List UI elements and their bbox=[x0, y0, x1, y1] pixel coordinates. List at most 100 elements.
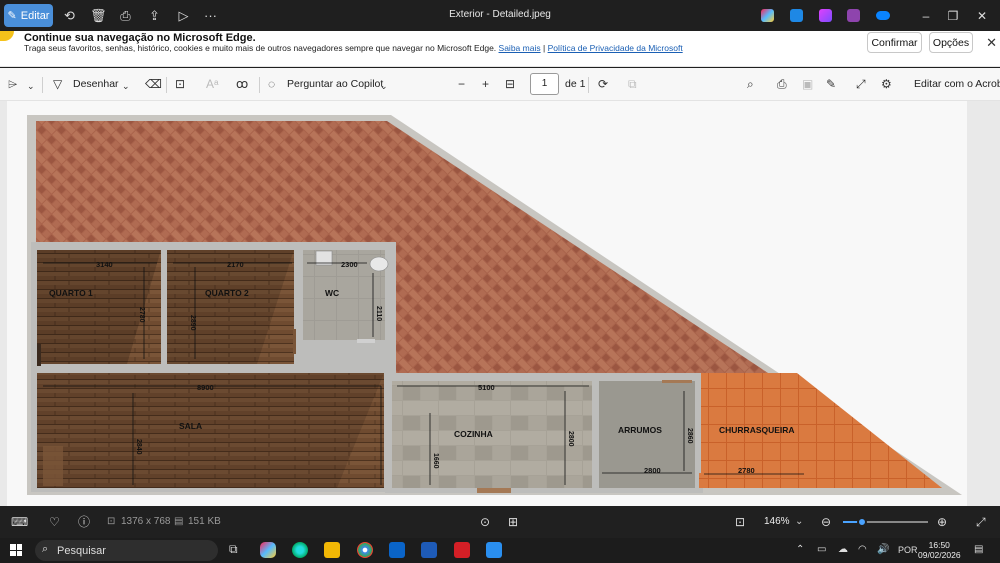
language-indicator[interactable]: POR bbox=[898, 545, 918, 555]
dim-q1-height: 2780 bbox=[138, 307, 145, 323]
status-bar: ⌨ ♡ ⓘ ⊡ 1376 x 768 ▤ 151 KB ⊙ ⊞ ⊡ 146% ⌄… bbox=[0, 506, 1000, 538]
confirm-button[interactable]: Confirmar bbox=[867, 32, 922, 53]
copilot-chevron-icon[interactable]: ⌄ bbox=[380, 79, 388, 93]
rotate-page-icon[interactable]: ⟳ bbox=[598, 77, 608, 91]
print-icon[interactable]: ⎙ bbox=[777, 77, 787, 91]
highlight-icon[interactable]: ⌲ bbox=[8, 77, 17, 91]
outlook-icon[interactable] bbox=[389, 542, 405, 558]
infobar-close-icon[interactable]: ✕ bbox=[986, 35, 997, 51]
pdf-toolbar: ⌲ ⌄ ▽ Desenhar ⌄ ⌫ ⊡ Aᵃ ꝏ ◌ Perguntar ao… bbox=[0, 68, 1000, 101]
photos-app-icon[interactable] bbox=[847, 9, 860, 22]
windows-start-icon[interactable] bbox=[10, 544, 22, 556]
dim-wc-height: 2110 bbox=[375, 306, 382, 321]
zoom-level[interactable]: 146% bbox=[764, 516, 790, 527]
infobar-body: Traga seus favoritos, senhas, histórico,… bbox=[24, 43, 497, 53]
zoom-in-icon[interactable]: + bbox=[482, 77, 489, 91]
designer-app-icon[interactable] bbox=[790, 9, 803, 22]
floor-plan-image: 3140 2170 2300 2110 2780 2890 8900 2840 … bbox=[27, 115, 962, 495]
zoom-out-icon[interactable]: − bbox=[458, 77, 465, 91]
edge-infobar: Continue sua navegação no Microsoft Edge… bbox=[0, 31, 1000, 67]
page-total: de 1 bbox=[565, 78, 586, 90]
zoom-slider[interactable] bbox=[843, 517, 928, 527]
dim-arrumos-height: 2860 bbox=[686, 428, 693, 444]
minimize-icon[interactable]: – bbox=[916, 6, 936, 26]
room-label-quarto1: QUARTO 1 bbox=[49, 288, 93, 298]
zoom-slider-thumb[interactable] bbox=[856, 517, 867, 527]
chrome-icon[interactable] bbox=[357, 542, 373, 558]
favorite-heart-icon[interactable]: ♡ bbox=[49, 515, 60, 529]
fullscreen-icon[interactable]: ⤢ bbox=[856, 77, 866, 91]
room-label-cozinha: COZINHA bbox=[454, 429, 493, 439]
clipchamp-app-icon[interactable] bbox=[819, 9, 832, 22]
photos-taskbar-icon[interactable] bbox=[486, 542, 502, 558]
toolbar-divider bbox=[42, 77, 43, 93]
acrobat-icon[interactable] bbox=[454, 542, 470, 558]
system-clock[interactable]: 16:50 09/02/2026 bbox=[918, 540, 961, 560]
dim-cozinha-h1: 1660 bbox=[432, 453, 439, 469]
file-size-icon: ▤ bbox=[174, 516, 184, 527]
ask-copilot-button[interactable]: Perguntar ao Copilot bbox=[287, 78, 383, 90]
dim-cozinha-width: 5100 bbox=[478, 383, 495, 392]
zoom-chevron-icon[interactable]: ⌄ bbox=[795, 516, 803, 527]
room-label-churrasqueira: CHURRASQUEIRA bbox=[719, 425, 795, 435]
store-icon[interactable] bbox=[421, 542, 437, 558]
image-dimensions: 1376 x 768 bbox=[121, 516, 171, 527]
copilot-taskbar-icon[interactable] bbox=[260, 542, 276, 558]
room-label-quarto2: QUARTO 2 bbox=[205, 288, 249, 298]
chevron-down-icon[interactable]: ⌄ bbox=[27, 79, 35, 93]
tray-cloud-icon[interactable]: ☁ bbox=[838, 544, 848, 555]
copilot-icon[interactable]: ◌ bbox=[268, 77, 275, 91]
dim-sala-width: 8900 bbox=[197, 383, 214, 392]
image-viewer[interactable]: 3140 2170 2300 2110 2780 2890 8900 2840 … bbox=[0, 101, 1000, 506]
filmstrip-icon[interactable]: ⌨ bbox=[11, 515, 28, 529]
eraser-icon[interactable]: ⌫ bbox=[145, 77, 162, 91]
zoom-out-icon[interactable]: ⊖ bbox=[821, 515, 831, 529]
dim-q2-width: 2170 bbox=[227, 260, 244, 269]
room-label-wc: WC bbox=[325, 288, 339, 298]
maximize-icon[interactable]: ❐ bbox=[943, 6, 963, 26]
privacy-link[interactable]: Política de Privacidade da Microsoft bbox=[548, 43, 683, 53]
dim-wc-width: 2300 bbox=[341, 260, 358, 269]
toolbar-divider bbox=[259, 77, 260, 93]
fit-window-icon[interactable]: ⊡ bbox=[735, 515, 745, 529]
expand-icon[interactable]: ⤢ bbox=[976, 515, 986, 529]
text-box-icon[interactable]: ⊡ bbox=[175, 77, 185, 91]
wifi-icon[interactable]: ◠ bbox=[858, 544, 867, 555]
dim-q1-width: 3140 bbox=[96, 260, 113, 269]
edit-with-acrobat-button[interactable]: Editar com o Acrobat bbox=[914, 78, 1000, 90]
save-as-icon[interactable]: ✎ bbox=[826, 77, 836, 91]
page-number-input[interactable]: 1 bbox=[530, 73, 559, 95]
copilot-app-icon[interactable] bbox=[761, 9, 774, 22]
dim-sala-height: 2840 bbox=[135, 439, 142, 455]
tray-chevron-up-icon[interactable]: ⌃ bbox=[796, 544, 804, 555]
taskbar-search-box[interactable]: ⌕ Pesquisar bbox=[35, 540, 218, 561]
options-button[interactable]: Opções bbox=[929, 32, 973, 53]
tray-device-icon[interactable]: ▭ bbox=[817, 544, 826, 555]
dim-cozinha-h2: 2800 bbox=[567, 431, 574, 447]
infobar-separator: | bbox=[542, 43, 546, 53]
volume-icon[interactable]: 🔊 bbox=[877, 544, 889, 555]
draw-button[interactable]: Desenhar bbox=[73, 78, 119, 90]
read-aloud-icon[interactable]: ꝏ bbox=[236, 77, 248, 91]
file-explorer-icon[interactable] bbox=[324, 542, 340, 558]
notifications-icon[interactable]: ▤ bbox=[974, 544, 983, 555]
clock-date: 09/02/2026 bbox=[918, 550, 961, 560]
edge-taskbar-icon[interactable] bbox=[292, 542, 308, 558]
dimensions-icon: ⊡ bbox=[107, 516, 116, 527]
info-icon[interactable]: ⓘ bbox=[78, 515, 90, 529]
learn-more-link[interactable]: Saiba mais bbox=[499, 43, 541, 53]
task-view-icon[interactable]: ⧉ bbox=[229, 542, 238, 557]
ocr-icon[interactable]: ⊞ bbox=[508, 515, 518, 529]
search-icon[interactable]: ⌕ bbox=[747, 77, 754, 91]
visual-search-icon[interactable]: ⊙ bbox=[480, 515, 490, 529]
search-icon: ⌕ bbox=[42, 543, 49, 555]
settings-gear-icon[interactable]: ⚙ bbox=[881, 77, 892, 91]
title-bar: ✎ Editar ⟲ 🗑 ⎙ ⇪ ▷ ··· Exterior - Detail… bbox=[0, 0, 1000, 31]
fit-page-icon[interactable]: ⊟ bbox=[505, 77, 515, 91]
toolbar-divider bbox=[166, 77, 167, 93]
draw-icon[interactable]: ▽ bbox=[53, 77, 62, 91]
onedrive-icon[interactable] bbox=[876, 11, 890, 20]
zoom-in-icon[interactable]: ⊕ bbox=[937, 515, 947, 529]
draw-chevron-icon[interactable]: ⌄ bbox=[122, 79, 130, 93]
close-icon[interactable]: ✕ bbox=[972, 6, 992, 26]
